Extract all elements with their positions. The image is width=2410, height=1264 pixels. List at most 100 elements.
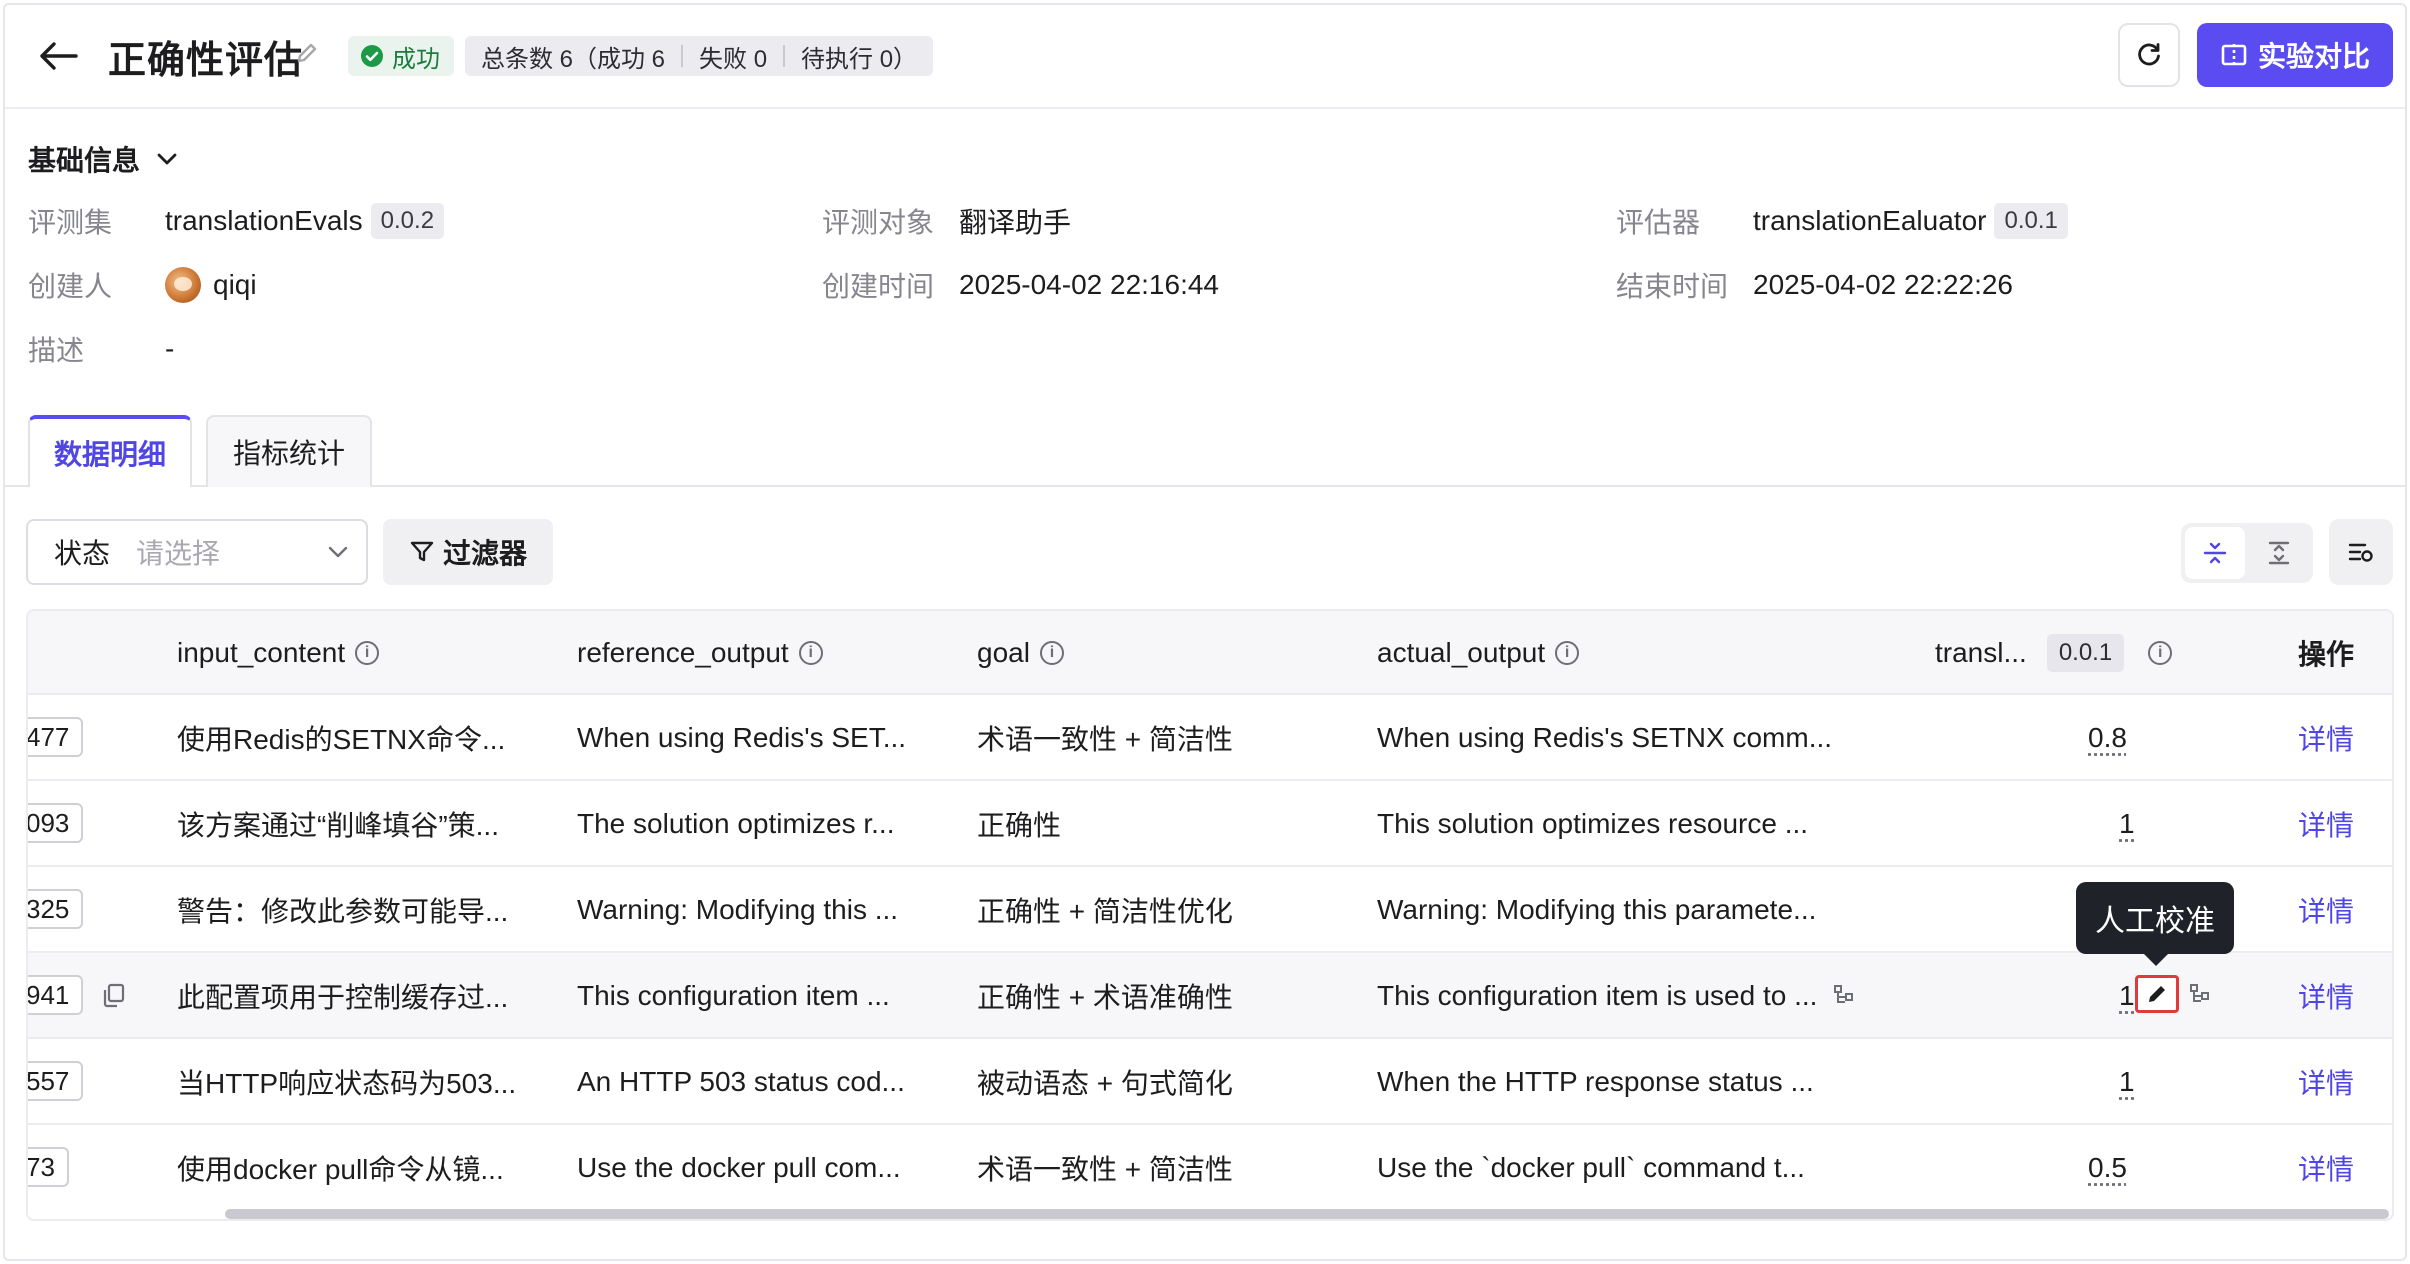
basic-info-toggle[interactable]: 基础信息 bbox=[28, 139, 178, 179]
row-density-toggle bbox=[2181, 523, 2313, 583]
status-select-label: 状态 bbox=[54, 538, 111, 569]
compact-view-button[interactable] bbox=[2185, 527, 2245, 579]
actual-text: This configuration item is used to ... bbox=[1377, 980, 1818, 1011]
edit-title-icon[interactable] bbox=[295, 41, 319, 65]
row-id: 73 bbox=[28, 1147, 69, 1187]
table-row[interactable]: 941 此配置项用于控制缓存过... This configuration it… bbox=[28, 953, 2392, 1039]
created-time-info: 创建时间 2025-04-02 22:16:44 bbox=[822, 265, 1219, 305]
goal-cell: 术语一致性 + 简洁性 bbox=[977, 724, 1233, 755]
input-cell: 此配置项用于控制缓存过... bbox=[177, 982, 509, 1013]
refresh-button[interactable] bbox=[2118, 23, 2180, 87]
column-title: actual_output bbox=[1377, 637, 1546, 668]
target-info: 评测对象 翻译助手 bbox=[822, 201, 1071, 241]
status-select[interactable]: 状态 请选择 bbox=[26, 519, 368, 585]
avatar bbox=[165, 267, 201, 303]
compare-experiment-button[interactable]: 实验对比 bbox=[2197, 23, 2393, 87]
info-icon[interactable]: i bbox=[2148, 641, 2173, 665]
eval-set-value: translationEvals bbox=[165, 205, 363, 236]
column-header-input: input_content i bbox=[177, 611, 380, 695]
column-title: goal bbox=[977, 637, 1030, 668]
reference-cell: Warning: Modifying this ... bbox=[577, 894, 899, 925]
table-row[interactable]: 093 该方案通过“削峰填谷”策... The solution optimiz… bbox=[28, 781, 2392, 867]
score-cell[interactable]: 1 bbox=[2119, 1039, 2135, 1125]
horizontal-scrollbar[interactable] bbox=[225, 1209, 2389, 1219]
manual-calibration-button[interactable] bbox=[2135, 975, 2179, 1013]
actual-cell: Use the `docker pull` command t... bbox=[1377, 1152, 1805, 1183]
reference-cell: This configuration item ... bbox=[577, 980, 890, 1011]
score-cell[interactable]: 1 bbox=[2119, 953, 2135, 1039]
calibration-tooltip: 人工校准 bbox=[2076, 882, 2234, 966]
trace-icon[interactable] bbox=[1833, 984, 1857, 1008]
score-cell[interactable]: 0.5 bbox=[2088, 1125, 2127, 1211]
filter-button[interactable]: 过滤器 bbox=[383, 519, 553, 585]
input-cell: 当HTTP响应状态码为503... bbox=[177, 1068, 517, 1099]
filter-icon bbox=[410, 541, 434, 562]
table-row[interactable]: 325 警告：修改此参数可能导... Warning: Modifying th… bbox=[28, 867, 2392, 953]
detail-link[interactable]: 详情 bbox=[2298, 1039, 2354, 1125]
detail-link[interactable]: 详情 bbox=[2298, 1125, 2354, 1211]
description-value: - bbox=[165, 333, 175, 364]
end-time-value: 2025-04-02 22:22:26 bbox=[1753, 269, 2013, 300]
description-label: 描述 bbox=[28, 335, 85, 366]
trace-icon[interactable] bbox=[2189, 983, 2213, 1007]
page-title: 正确性评估 bbox=[108, 40, 304, 82]
detail-link[interactable]: 详情 bbox=[2298, 953, 2354, 1039]
table-header: input_content i reference_output i goal … bbox=[28, 611, 2392, 695]
actual-cell: Warning: Modifying this paramete... bbox=[1377, 894, 1817, 925]
count-summary-badge: 总条数 6（成功 6 失败 0 待执行 0） bbox=[465, 36, 934, 76]
copy-icon[interactable] bbox=[102, 983, 126, 1009]
target-value: 翻译助手 bbox=[959, 207, 1072, 238]
created-time-label: 创建时间 bbox=[822, 271, 935, 302]
column-header-goal: goal i bbox=[977, 611, 1064, 695]
column-settings-button[interactable] bbox=[2329, 519, 2393, 585]
goal-cell: 被动语态 + 句式简化 bbox=[977, 1068, 1233, 1099]
detail-link[interactable]: 详情 bbox=[2298, 781, 2354, 867]
description-info: 描述 - bbox=[28, 329, 174, 369]
actual-cell: When the HTTP response status ... bbox=[1377, 1066, 1814, 1097]
row-id: 093 bbox=[28, 803, 84, 843]
refresh-icon bbox=[2138, 43, 2160, 66]
info-icon[interactable]: i bbox=[1555, 641, 1580, 665]
reference-cell: When using Redis's SET... bbox=[577, 722, 907, 753]
creator-label: 创建人 bbox=[28, 271, 113, 302]
tab-data-details[interactable]: 数据明细 bbox=[28, 415, 192, 487]
column-title: input_content bbox=[177, 637, 346, 668]
eval-set-info: 评测集 translationEvals 0.0.2 bbox=[28, 201, 445, 241]
status-badge: 成功 bbox=[348, 36, 454, 76]
goal-cell: 正确性 + 术语准确性 bbox=[977, 982, 1233, 1013]
row-id: 557 bbox=[28, 1061, 84, 1101]
eval-set-label: 评测集 bbox=[28, 207, 113, 238]
end-time-label: 结束时间 bbox=[1616, 271, 1729, 302]
table-row[interactable]: 557 当HTTP响应状态码为503... An HTTP 503 status… bbox=[28, 1039, 2392, 1125]
info-icon[interactable]: i bbox=[1039, 641, 1064, 665]
pending-count: 待执行 0） bbox=[801, 45, 918, 73]
tab-metric-stats[interactable]: 指标统计 bbox=[206, 415, 372, 487]
divider bbox=[681, 45, 684, 67]
score-cell[interactable]: 0.8 bbox=[2088, 695, 2127, 781]
column-header-actions: 操作 bbox=[2298, 639, 2355, 670]
info-icon[interactable]: i bbox=[355, 641, 380, 665]
evaluator-version-tag: 0.0.1 bbox=[2046, 634, 2125, 672]
reference-cell: An HTTP 503 status cod... bbox=[577, 1066, 905, 1097]
app-frame: 正确性评估 成功 总条数 6（成功 6 失败 0 待执行 0） 实验对比 基础信… bbox=[3, 3, 2407, 1261]
basic-info-title: 基础信息 bbox=[28, 145, 141, 176]
results-table: input_content i reference_output i goal … bbox=[26, 609, 2394, 1221]
goal-cell: 正确性 bbox=[977, 810, 1062, 841]
status-select-placeholder: 请选择 bbox=[136, 538, 221, 569]
table-row[interactable]: 73 使用docker pull命令从镜... Use the docker p… bbox=[28, 1125, 2392, 1211]
evaluator-label: 评估器 bbox=[1616, 207, 1701, 238]
score-cell[interactable]: 1 bbox=[2119, 781, 2135, 867]
detail-link[interactable]: 详情 bbox=[2298, 695, 2354, 781]
info-icon[interactable]: i bbox=[798, 641, 823, 665]
table-row[interactable]: 477 使用Redis的SETNX命令... When using Redis'… bbox=[28, 695, 2392, 781]
creator-value: qiqi bbox=[213, 269, 257, 300]
total-count: 总条数 6（成功 6 bbox=[481, 45, 666, 73]
divider bbox=[783, 45, 786, 67]
detail-link[interactable]: 详情 bbox=[2298, 867, 2354, 953]
actual-cell: This solution optimizes resource ... bbox=[1377, 808, 1809, 839]
expanded-view-button[interactable] bbox=[2249, 527, 2309, 579]
actual-cell: When using Redis's SETNX comm... bbox=[1377, 722, 1833, 753]
column-title: reference_output bbox=[577, 637, 789, 668]
created-time-value: 2025-04-02 22:16:44 bbox=[959, 269, 1219, 300]
back-button[interactable] bbox=[35, 33, 81, 79]
